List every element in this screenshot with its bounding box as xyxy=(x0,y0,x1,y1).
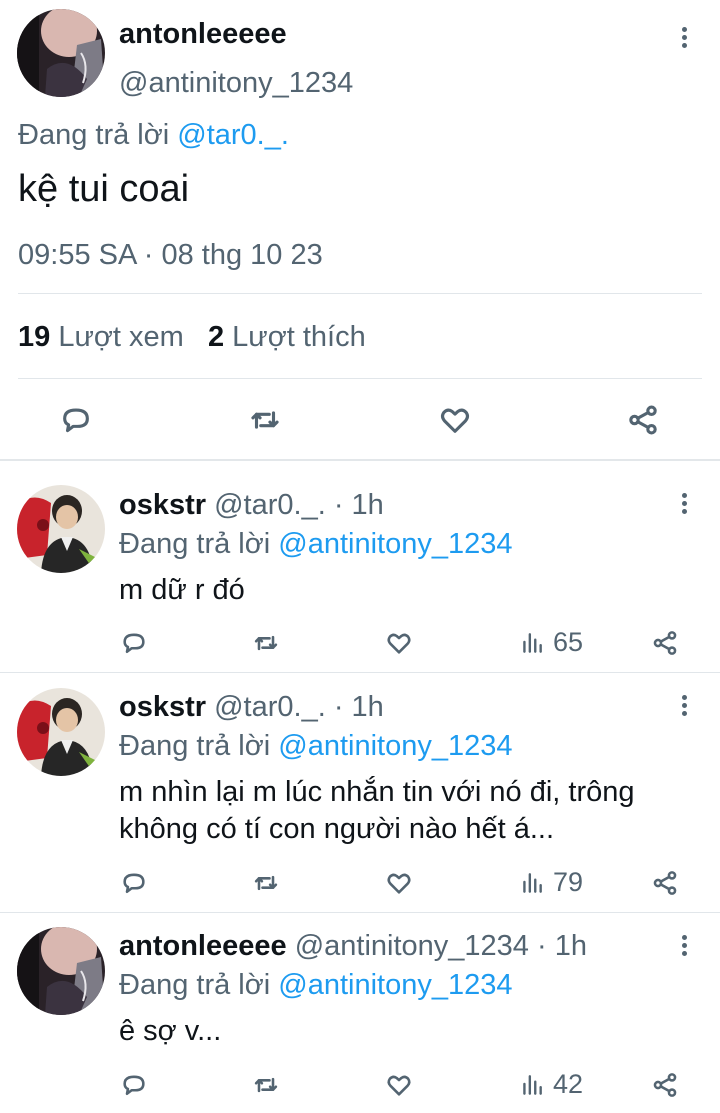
views-count: 79 xyxy=(553,867,584,897)
tweet-timestamp[interactable]: 09:55 SA · 08 thg 10 23 xyxy=(18,239,323,272)
share-icon[interactable] xyxy=(651,1071,679,1099)
reply-mention-link[interactable]: @tar0._. xyxy=(177,119,289,151)
reply-header: oskstr @tar0._. · 1h xyxy=(119,691,384,724)
views-count: 19 xyxy=(18,321,51,353)
reply-context: Đang trả lời @antinitony_1234 xyxy=(119,528,513,561)
like-icon[interactable] xyxy=(438,403,472,437)
reply-icon[interactable] xyxy=(120,869,148,897)
reply-context: Đang trả lời @antinitony_1234 xyxy=(119,730,513,763)
views-button[interactable]: 79 xyxy=(519,867,583,898)
avatar[interactable] xyxy=(17,9,105,97)
likes-count: 2 xyxy=(207,321,225,353)
likes-label[interactable]: Lượt thích xyxy=(232,321,366,353)
avatar[interactable] xyxy=(17,485,105,573)
analytics-icon xyxy=(523,1074,542,1095)
tweet-text: m nhìn lại m lúc nhắn tin với nó đi, trô… xyxy=(119,776,635,845)
retweet-icon[interactable] xyxy=(252,629,280,657)
reply-header: oskstr @tar0._. · 1h xyxy=(119,489,384,522)
handle-time[interactable]: @tar0._. · 1h xyxy=(214,489,384,521)
retweet-icon[interactable] xyxy=(248,403,282,437)
reply-prefix: Đang trả lời xyxy=(119,730,271,762)
more-options-icon[interactable] xyxy=(680,935,688,959)
views-count: 65 xyxy=(553,627,584,657)
handle-time[interactable]: @tar0._. · 1h xyxy=(214,691,384,723)
more-options-icon[interactable] xyxy=(680,695,688,719)
views-button[interactable]: 42 xyxy=(519,1069,583,1100)
like-icon[interactable] xyxy=(385,869,413,897)
share-icon[interactable] xyxy=(651,869,679,897)
views-button[interactable]: 65 xyxy=(519,627,583,658)
more-options-icon[interactable] xyxy=(680,27,688,51)
avatar[interactable] xyxy=(17,688,105,776)
reply-context: Đang trả lời @antinitony_1234 xyxy=(119,969,513,1002)
like-icon[interactable] xyxy=(385,1071,413,1099)
display-name[interactable]: antonleeeee xyxy=(119,930,287,962)
avatar[interactable] xyxy=(17,927,105,1015)
like-icon[interactable] xyxy=(385,629,413,657)
divider xyxy=(18,293,702,294)
views-count: 42 xyxy=(553,1069,584,1099)
tweet-text: kệ tui coai xyxy=(18,168,190,210)
reply-mention-link[interactable]: @antinitony_1234 xyxy=(278,969,512,1001)
analytics-icon xyxy=(523,632,542,653)
section-separator xyxy=(0,459,720,461)
tweet-text: ê sợ v... xyxy=(119,1015,222,1047)
divider xyxy=(18,378,702,379)
handle-time[interactable]: @antinitony_1234 · 1h xyxy=(295,930,587,962)
divider xyxy=(0,672,720,673)
reply-context: Đang trả lời @tar0._. xyxy=(18,119,289,152)
tweet-text: m dữ r đó xyxy=(119,574,245,606)
divider xyxy=(0,912,720,913)
share-icon[interactable] xyxy=(626,403,660,437)
reply-prefix: Đang trả lời xyxy=(119,528,271,560)
reply-prefix: Đang trả lời xyxy=(18,119,170,151)
reply-icon[interactable] xyxy=(120,629,148,657)
retweet-icon[interactable] xyxy=(252,1071,280,1099)
user-handle[interactable]: @antinitony_1234 xyxy=(119,67,353,100)
reply-header: antonleeeee @antinitony_1234 · 1h xyxy=(119,930,587,963)
display-name[interactable]: oskstr xyxy=(119,489,206,521)
display-name[interactable]: oskstr xyxy=(119,691,206,723)
reply-icon[interactable] xyxy=(120,1071,148,1099)
more-options-icon[interactable] xyxy=(680,493,688,517)
reply-prefix: Đang trả lời xyxy=(119,969,271,1001)
retweet-icon[interactable] xyxy=(252,869,280,897)
display-name[interactable]: antonleeeee xyxy=(119,18,287,51)
reply-icon[interactable] xyxy=(59,403,93,437)
tweet-stats: 19 Lượt xem 2 Lượt thích xyxy=(18,321,366,354)
views-label[interactable]: Lượt xem xyxy=(58,321,183,353)
share-icon[interactable] xyxy=(651,629,679,657)
analytics-icon xyxy=(523,872,542,893)
reply-mention-link[interactable]: @antinitony_1234 xyxy=(278,730,512,762)
reply-mention-link[interactable]: @antinitony_1234 xyxy=(278,528,512,560)
